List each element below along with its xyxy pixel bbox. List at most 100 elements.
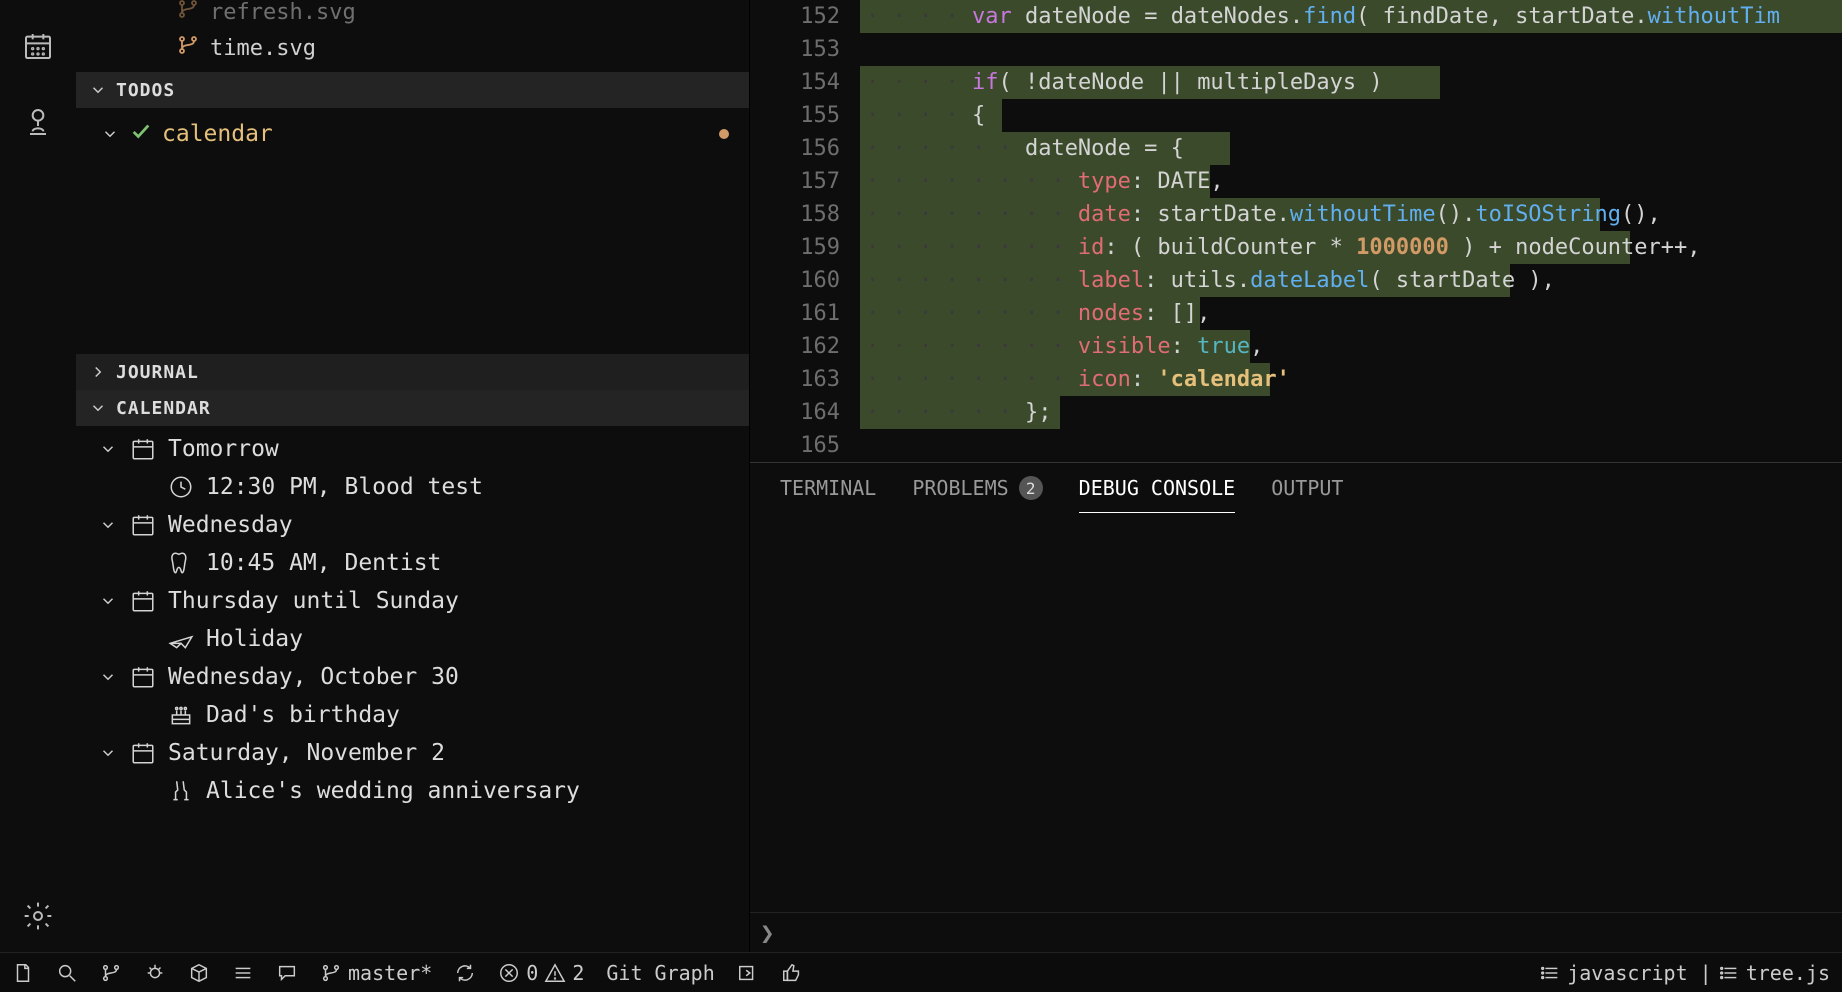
debug-console-body[interactable] [750, 513, 1842, 912]
clock-icon [168, 474, 194, 500]
chevron-down-icon [88, 80, 108, 100]
chevron-down-icon [98, 515, 118, 535]
warning-count: 2 [572, 961, 584, 985]
section-header-calendar[interactable]: CALENDAR [76, 390, 749, 426]
tree-view-icon[interactable] [22, 106, 54, 138]
calendar-day-row[interactable]: Thursday until Sunday [76, 582, 749, 620]
panel-tab-problems[interactable]: PROBLEMS2 [912, 463, 1042, 513]
status-bar: master* 0 2 Git Graph javascript | tree.… [0, 952, 1842, 992]
file-row[interactable]: trash.svg [176, 66, 749, 72]
file-row[interactable]: refresh.svg [176, 0, 749, 30]
calendar-day-label: Thursday until Sunday [168, 588, 459, 614]
calendar-icon [130, 664, 156, 690]
code-content[interactable]: · · · · var dateNode = dateNodes.find( f… [860, 0, 1842, 462]
settings-gear-icon[interactable] [22, 900, 54, 932]
todos-body: calendar [76, 108, 749, 154]
file-tree: refresh.svg time.svg trash.svg [76, 0, 749, 72]
editor-area: 1521531541551561571581591601611621631641… [750, 0, 1842, 952]
status-gitgraph[interactable]: Git Graph [606, 961, 714, 985]
calendar-event-label: 10:45 AM, Dentist [206, 550, 441, 576]
bug-icon[interactable] [144, 962, 166, 984]
debug-console-input[interactable]: ❯ [750, 912, 1842, 952]
cake-icon [168, 702, 194, 728]
file-name: refresh.svg [210, 0, 356, 25]
calendar-day-label: Wednesday [168, 512, 293, 538]
git-branch-icon[interactable] [100, 962, 122, 984]
calendar-event-row[interactable]: 12:30 PM, Blood test [76, 468, 749, 506]
section-title: TODOS [116, 80, 175, 101]
calendar-event-label: Dad's birthday [206, 702, 400, 728]
panel-tab-label: TERMINAL [780, 476, 876, 500]
calendar-icon [130, 436, 156, 462]
calendar-view-icon[interactable] [22, 30, 54, 62]
section-title: JOURNAL [116, 362, 199, 383]
sync-icon[interactable] [454, 962, 476, 984]
calendar-day-row[interactable]: Wednesday [76, 506, 749, 544]
thumbs-up-icon[interactable] [781, 962, 803, 984]
calendar-day-label: Wednesday, October 30 [168, 664, 459, 690]
check-icon [130, 120, 152, 148]
activity-bar [0, 0, 76, 952]
panel-tab-label: DEBUG CONSOLE [1079, 476, 1236, 500]
git-branch-icon [176, 33, 200, 63]
calendar-day-row[interactable]: Wednesday, October 30 [76, 658, 749, 696]
list-icon[interactable] [232, 962, 254, 984]
file-row[interactable]: time.svg [176, 30, 749, 66]
section-header-todos[interactable]: TODOS [76, 72, 749, 108]
git-branch-icon [176, 69, 200, 72]
panel-tab-terminal[interactable]: TERMINAL [780, 463, 876, 513]
todo-row-calendar[interactable]: calendar [76, 114, 749, 154]
line-number-gutter: 1521531541551561571581591601611621631641… [750, 0, 860, 462]
language-label: javascript | [1567, 961, 1712, 985]
calendar-event-row[interactable]: 10:45 AM, Dentist [76, 544, 749, 582]
list-icon [1718, 962, 1740, 984]
calendar-day-row[interactable]: Saturday, November 2 [76, 734, 749, 772]
calendar-icon [130, 588, 156, 614]
calendar-icon [130, 512, 156, 538]
problems-badge: 2 [1019, 476, 1043, 500]
list-icon [1539, 962, 1561, 984]
git-branch-icon [176, 0, 200, 27]
error-icon [498, 962, 520, 984]
calendar-event-label: Alice's wedding anniversary [206, 778, 580, 804]
package-icon[interactable] [188, 962, 210, 984]
chevron-down-icon [98, 591, 118, 611]
dirty-dot-icon [719, 129, 729, 139]
search-icon[interactable] [56, 962, 78, 984]
tooth-icon [168, 550, 194, 576]
plane-icon [168, 626, 194, 652]
chevron-down-icon [98, 667, 118, 687]
status-language[interactable]: javascript | tree.js [1539, 961, 1830, 985]
chevron-down-icon [100, 124, 120, 144]
file-name: time.svg [210, 36, 316, 61]
calendar-event-row[interactable]: Holiday [76, 620, 749, 658]
file-icon[interactable] [12, 962, 34, 984]
comment-icon[interactable] [276, 962, 298, 984]
panel-tabs: TERMINAL PROBLEMS2 DEBUG CONSOLE OUTPUT [750, 463, 1842, 513]
warning-icon [544, 962, 566, 984]
calendar-event-label: Holiday [206, 626, 303, 652]
calendar-event-row[interactable]: Alice's wedding anniversary [76, 772, 749, 810]
calendar-event-row[interactable]: Dad's birthday [76, 696, 749, 734]
chevron-down-icon [88, 398, 108, 418]
sidebar: refresh.svg time.svg trash.svg TODOS cal… [76, 0, 750, 952]
branch-name: master* [348, 961, 432, 985]
status-errors-warnings[interactable]: 0 2 [498, 961, 584, 985]
panel-tab-output[interactable]: OUTPUT [1271, 463, 1343, 513]
git-branch-icon [320, 962, 342, 984]
calendar-body: Tomorrow12:30 PM, Blood test Wednesday 10:… [76, 426, 749, 814]
chevron-down-icon [98, 439, 118, 459]
section-title: CALENDAR [116, 398, 211, 419]
arrow-right-box-icon[interactable] [737, 962, 759, 984]
champagne-icon [168, 778, 194, 804]
calendar-icon [130, 740, 156, 766]
status-branch[interactable]: master* [320, 961, 432, 985]
section-header-journal[interactable]: JOURNAL [76, 354, 749, 390]
calendar-day-row[interactable]: Tomorrow [76, 430, 749, 468]
todo-label: calendar [162, 121, 273, 147]
file-label: tree.js [1746, 961, 1830, 985]
code-editor[interactable]: 1521531541551561571581591601611621631641… [750, 0, 1842, 462]
panel-tab-debug[interactable]: DEBUG CONSOLE [1079, 463, 1236, 513]
prompt-chevron-icon: ❯ [760, 919, 774, 947]
panel-tab-label: OUTPUT [1271, 476, 1343, 500]
